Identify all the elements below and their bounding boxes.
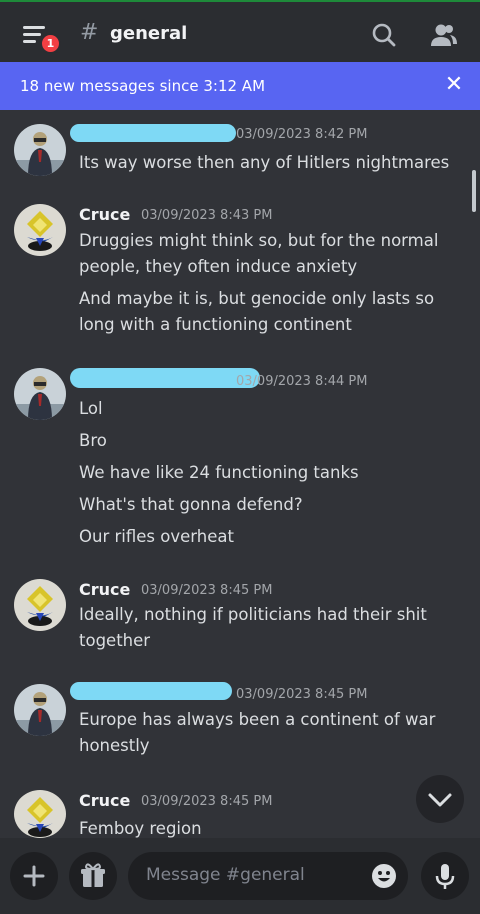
message-timestamp: 03/09/2023 8:44 PM [236, 374, 368, 389]
avatar[interactable] [14, 368, 66, 420]
channel-title: general [110, 23, 188, 44]
add-attachment-button[interactable] [10, 852, 58, 900]
message-author[interactable]: Cruce [79, 791, 130, 810]
message-composer: Message #general [0, 838, 480, 914]
message-input[interactable]: Message #general [128, 852, 408, 900]
avatar[interactable] [14, 124, 66, 176]
jump-to-present-button[interactable] [416, 775, 464, 823]
message-timestamp: 03/09/2023 8:42 PM [236, 127, 368, 142]
message-text: Ideally, nothing if politicians had thei… [79, 605, 427, 624]
menu-icon-bar [23, 40, 36, 43]
message-text: What's that gonna defend? [79, 495, 303, 514]
members-icon[interactable] [428, 21, 457, 49]
message-text: honestly [79, 736, 150, 755]
search-icon[interactable] [370, 21, 398, 49]
menu-icon-bar [23, 33, 41, 36]
message-text: We have like 24 functioning tanks [79, 463, 359, 482]
menu-icon [23, 26, 45, 29]
message-text: Lol [79, 399, 103, 418]
scrollbar[interactable] [472, 170, 476, 212]
message-timestamp: 03/09/2023 8:45 PM [236, 687, 368, 702]
plus-icon [23, 865, 45, 887]
avatar[interactable] [14, 579, 66, 631]
message-text: long with a functioning continent [79, 315, 352, 334]
hash-icon: # [80, 20, 99, 45]
microphone-icon [435, 864, 455, 889]
channel-header: 1 # general [0, 0, 480, 62]
message-text: Druggies might think so, but for the nor… [79, 231, 439, 250]
message-text: Our rifles overheat [79, 527, 234, 546]
avatar[interactable] [14, 204, 66, 256]
redacted-username [70, 368, 260, 388]
unread-badge: 1 [40, 33, 61, 54]
new-messages-text: 18 new messages since 3:12 AM [20, 77, 266, 95]
gift-button[interactable] [69, 852, 117, 900]
message-author[interactable]: Cruce [79, 580, 130, 599]
message-text: Its way worse then any of Hitlers nightm… [79, 153, 450, 172]
gift-icon [81, 863, 105, 887]
message-timestamp: 03/09/2023 8:45 PM [141, 583, 273, 598]
new-messages-banner[interactable]: 18 new messages since 3:12 AM ✕ [0, 62, 480, 110]
message-timestamp: 03/09/2023 8:43 PM [141, 208, 273, 223]
message-text: people, they often induce anxiety [79, 257, 358, 276]
message-input-placeholder: Message #general [146, 865, 305, 885]
message-text: together [79, 631, 151, 650]
emoji-icon[interactable] [371, 863, 397, 889]
close-icon[interactable]: ✕ [442, 73, 466, 97]
avatar[interactable] [14, 684, 66, 736]
message-text: Bro [79, 431, 107, 450]
avatar[interactable] [14, 790, 66, 838]
message-text: And maybe it is, but genocide only lasts… [79, 289, 435, 308]
redacted-username [70, 124, 236, 142]
message-text: Europe has always been a continent of wa… [79, 710, 436, 729]
chevron-down-icon [428, 793, 452, 807]
voice-message-button[interactable] [421, 852, 469, 900]
message-author[interactable]: Cruce [79, 205, 130, 224]
message-timestamp: 03/09/2023 8:45 PM [141, 794, 273, 809]
redacted-username [70, 682, 232, 700]
